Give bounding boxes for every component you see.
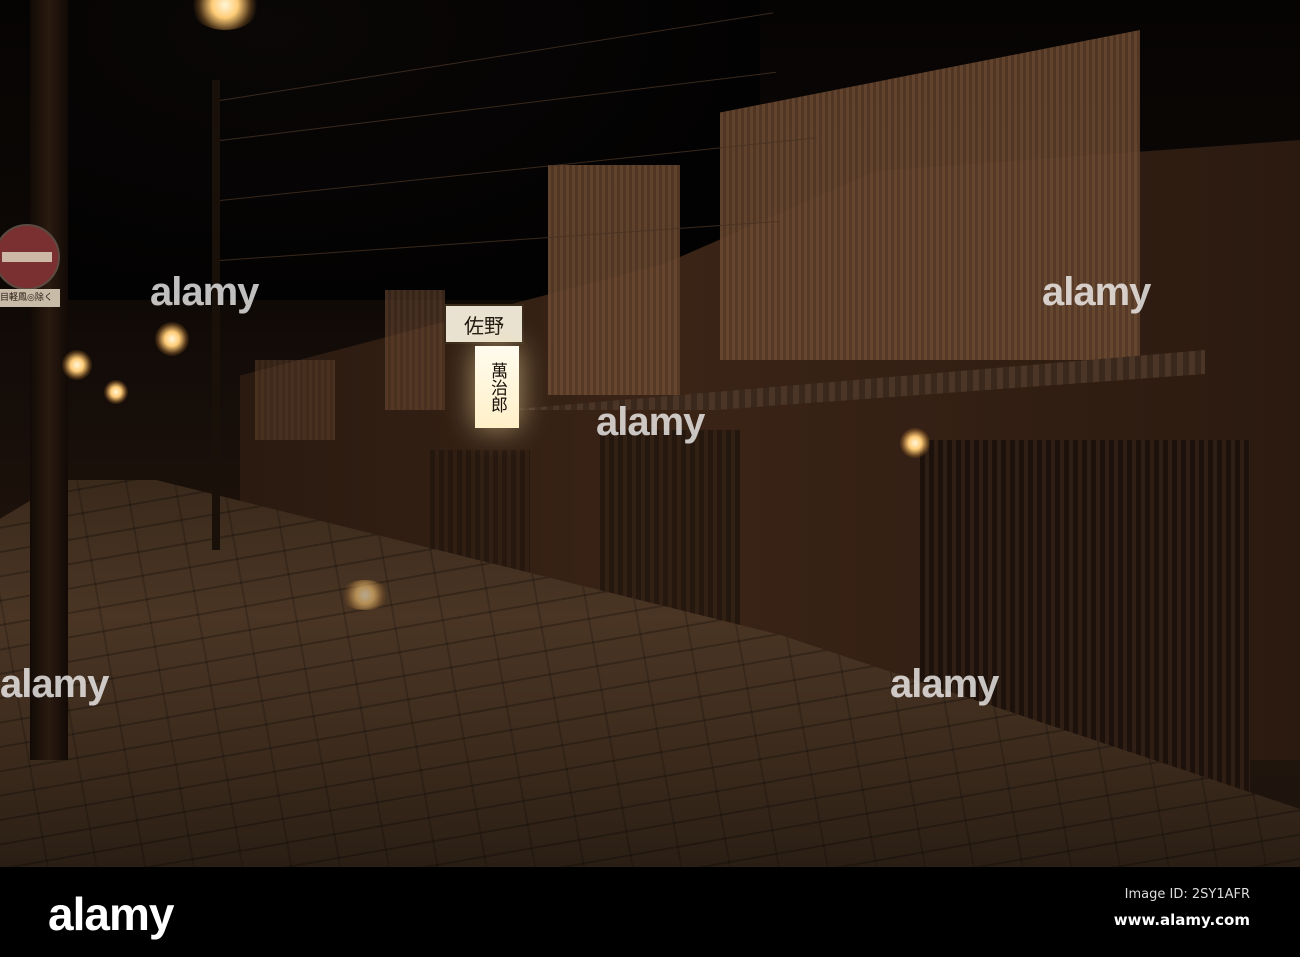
street-lamp (155, 322, 189, 356)
image-id: Image ID: 2SY1AFR (1124, 887, 1250, 902)
watermark: alamy (1042, 270, 1151, 314)
watermark: alamy (150, 270, 259, 314)
utility-pole (212, 80, 220, 550)
footer-bar: alamy Image ID: 2SY1AFR www.alamy.com (0, 867, 1300, 957)
bamboo-blind (548, 165, 680, 395)
bamboo-blind (385, 290, 445, 410)
night-street-photo: 目軽鳳◎除く 佐野 萬治郎 alamy alamy alamy alamy al… (0, 0, 1300, 867)
street-plate: 目軽鳳◎除く (0, 289, 60, 307)
bamboo-blind (255, 360, 335, 440)
doorway-light (340, 580, 390, 610)
alamy-logo: alamy (48, 888, 174, 940)
wall-lantern (900, 428, 930, 458)
website-link[interactable]: www.alamy.com (1114, 911, 1250, 929)
street-lamp (62, 350, 92, 380)
stock-photo-page: 目軽鳳◎除く 佐野 萬治郎 alamy alamy alamy alamy al… (0, 0, 1300, 957)
watermark: alamy (596, 400, 705, 444)
street-lamp (104, 380, 128, 404)
shop-sign: 佐野 (444, 304, 524, 344)
watermark: alamy (0, 662, 109, 706)
lit-shop-sign: 萬治郎 (475, 346, 519, 428)
utility-pole (30, 0, 68, 760)
watermark: alamy (890, 662, 999, 706)
